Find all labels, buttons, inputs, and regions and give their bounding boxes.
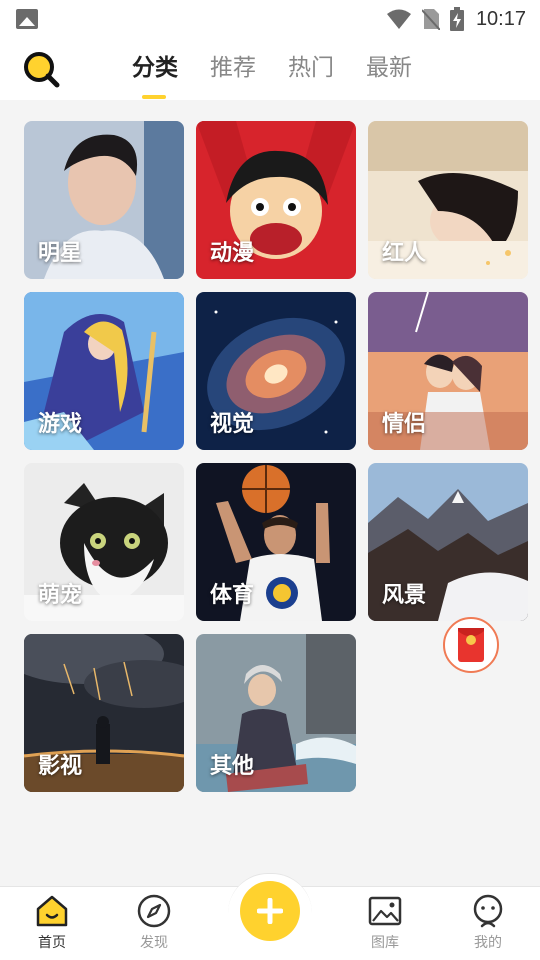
category-card-pets[interactable]: 萌宠 <box>24 463 184 621</box>
tab-label: 热门 <box>288 55 334 81</box>
nav-label: 首页 <box>38 935 66 951</box>
red-packet-button[interactable] <box>443 617 499 673</box>
category-tabs: 分类 推荐 热门 最新 <box>116 38 428 100</box>
search-icon[interactable] <box>22 50 60 88</box>
category-card-games[interactable]: 游戏 <box>24 292 184 450</box>
category-card-sports[interactable]: 体育 <box>196 463 356 621</box>
image-notification-icon <box>16 9 38 29</box>
category-label: 游戏 <box>38 412 83 437</box>
category-label: 情侣 <box>382 412 427 437</box>
compass-icon <box>137 894 171 928</box>
category-card-visual[interactable]: 视觉 <box>196 292 356 450</box>
nav-discover[interactable]: 发现 <box>114 893 194 952</box>
tab-label: 推荐 <box>210 55 256 81</box>
tab-latest[interactable]: 最新 <box>350 38 428 100</box>
nav-home[interactable]: 首页 <box>12 893 92 952</box>
bottom-nav: 首页 发现 图库 我的 <box>0 873 540 960</box>
tab-category[interactable]: 分类 <box>116 38 194 100</box>
category-label: 其他 <box>210 754 255 779</box>
nav-gallery[interactable]: 图库 <box>345 893 425 952</box>
category-card-anime[interactable]: 动漫 <box>196 121 356 279</box>
no-sim-icon <box>421 9 440 30</box>
tab-recommended[interactable]: 推荐 <box>194 38 272 100</box>
category-label: 萌宠 <box>38 583 83 608</box>
category-card-influencer[interactable]: 红人 <box>368 121 528 279</box>
wifi-icon <box>386 9 411 29</box>
category-label: 体育 <box>210 583 255 608</box>
category-label: 风景 <box>382 583 427 608</box>
category-card-celebrity[interactable]: 明星 <box>24 121 184 279</box>
category-label: 视觉 <box>210 412 255 437</box>
plus-icon <box>257 898 283 924</box>
active-tab-indicator <box>142 95 166 99</box>
category-card-scenery[interactable]: 风景 <box>368 463 528 621</box>
category-label: 影视 <box>38 754 83 779</box>
top-nav: 分类 推荐 热门 最新 <box>0 38 540 100</box>
battery-charging-icon <box>449 7 464 31</box>
nav-label: 图库 <box>371 935 399 951</box>
tab-label: 最新 <box>366 55 412 81</box>
red-envelope-icon <box>458 628 484 662</box>
category-label: 明星 <box>38 241 83 266</box>
tab-label: 分类 <box>132 55 178 81</box>
category-card-other[interactable]: 其他 <box>196 634 356 792</box>
status-bar: 10:17 <box>0 0 540 38</box>
status-time: 10:17 <box>475 7 526 30</box>
app-screen: 10:17 分类 推荐 热门 最新 明星 动漫 红人 游戏 视觉 情侣 萌宠 体… <box>0 0 540 960</box>
nav-label: 我的 <box>474 935 502 951</box>
add-button[interactable] <box>240 881 300 941</box>
category-label: 红人 <box>382 241 427 266</box>
gallery-icon <box>368 896 402 926</box>
home-icon <box>36 895 68 927</box>
tab-popular[interactable]: 热门 <box>272 38 350 100</box>
nav-profile[interactable]: 我的 <box>448 893 528 952</box>
category-card-movies[interactable]: 影视 <box>24 634 184 792</box>
category-card-couples[interactable]: 情侣 <box>368 292 528 450</box>
nav-label: 发现 <box>140 935 168 951</box>
profile-icon <box>473 894 503 928</box>
category-label: 动漫 <box>210 241 255 266</box>
